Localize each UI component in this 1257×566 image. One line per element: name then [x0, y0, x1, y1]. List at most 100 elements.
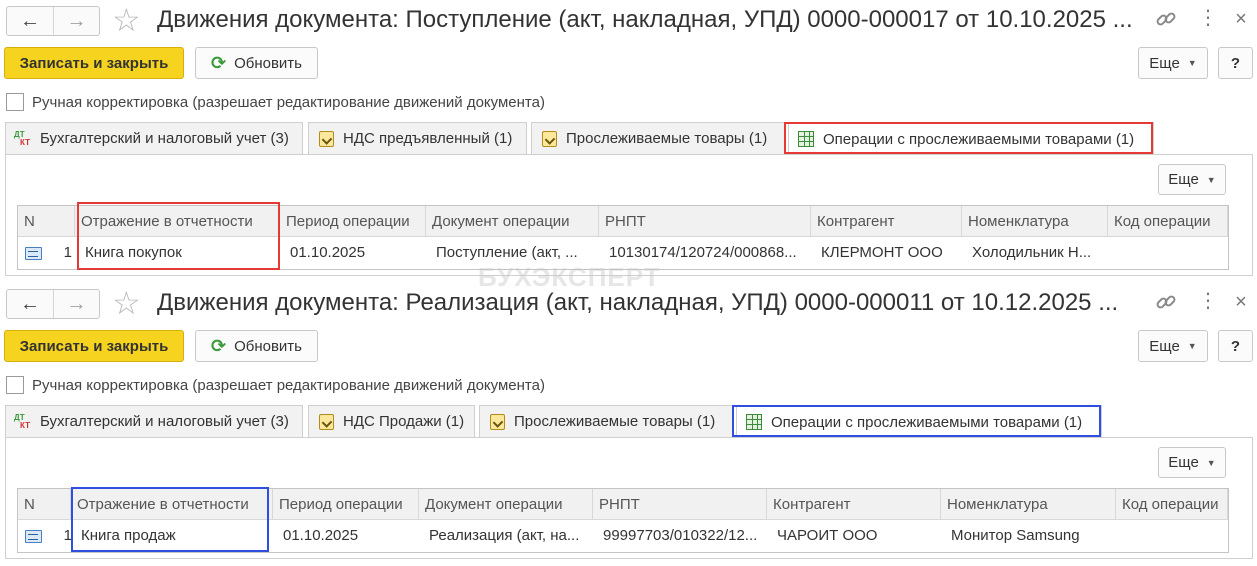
column-header-document[interactable]: Документ операции	[419, 489, 593, 520]
cell-code[interactable]	[1112, 237, 1228, 269]
forward-arrow-icon[interactable]: →	[53, 7, 99, 35]
more-label: Еще	[1168, 171, 1199, 188]
chevron-down-icon: ▼	[1187, 58, 1197, 68]
dt-kt-icon: ДТ КТ	[14, 129, 30, 147]
more-label: Еще	[1168, 454, 1199, 471]
document-icon	[317, 413, 335, 431]
more-vertical-icon[interactable]: ⋮	[1198, 6, 1218, 32]
chevron-down-icon: ▼	[1206, 174, 1216, 185]
cell-period[interactable]: 01.10.2025	[284, 237, 426, 269]
column-header-period[interactable]: Период операции	[273, 489, 419, 520]
panel-more-button[interactable]: Еще ▼	[1158, 447, 1226, 478]
close-icon[interactable]: ×	[1230, 289, 1252, 315]
tab-traceable-goods[interactable]: Прослеживаемые товары (1)	[531, 122, 785, 154]
manual-correction-label[interactable]: Ручная корректировка (разрешает редактир…	[32, 94, 545, 111]
tab-traceable-operations[interactable]: Операции с прослеживаемыми товарами (1)	[788, 122, 1154, 155]
column-header-rnpt[interactable]: РНПТ	[593, 489, 767, 520]
more-vertical-icon[interactable]: ⋮	[1198, 289, 1218, 315]
tab-accounting[interactable]: ДТ КТ Бухгалтерский и налоговый учет (3)	[5, 122, 303, 154]
help-button[interactable]: ?	[1218, 47, 1253, 79]
tab-label: Операции с прослеживаемыми товарами (1)	[823, 130, 1135, 148]
refresh-button[interactable]: ⟳ Обновить	[195, 47, 318, 79]
tab-label: Бухгалтерский и налоговый учет (3)	[40, 413, 289, 430]
tab-label: Прослеживаемые товары (1)	[566, 130, 768, 147]
tab-panel: Еще ▼ N Отражение в отчетности Период оп…	[5, 154, 1253, 276]
save-and-close-button[interactable]: Записать и закрыть	[4, 330, 184, 362]
tab-label: Бухгалтерский и налоговый учет (3)	[40, 130, 289, 147]
tab-traceable-operations[interactable]: Операции с прослеживаемыми товарами (1)	[736, 405, 1102, 438]
column-header-code[interactable]: Код операции	[1108, 206, 1228, 237]
cell-counterparty[interactable]: КЛЕРМОНТ ООО	[815, 237, 962, 269]
column-header-document[interactable]: Документ операции	[426, 206, 599, 237]
tab-vat-presented[interactable]: НДС предъявленный (1)	[308, 122, 527, 154]
cell-code[interactable]	[1120, 520, 1228, 552]
document-movements-window-receipt: ← → ☆ Движения документа: Поступление (а…	[0, 0, 1257, 283]
column-header-item[interactable]: Номенклатура	[962, 206, 1108, 237]
favorite-star-icon[interactable]: ☆	[112, 2, 141, 38]
document-icon	[488, 413, 506, 431]
help-button[interactable]: ?	[1218, 330, 1253, 362]
register-record-icon	[25, 247, 42, 260]
more-button[interactable]: Еще ▼	[1138, 47, 1208, 79]
cell-rnpt[interactable]: 99997703/010322/12...	[597, 520, 767, 552]
nav-button-group: ← →	[6, 6, 100, 36]
tab-label: Операции с прослеживаемыми товарами (1)	[771, 413, 1083, 431]
column-header-code[interactable]: Код операции	[1116, 489, 1228, 520]
document-icon	[317, 130, 335, 148]
panel-more-button[interactable]: Еще ▼	[1158, 164, 1226, 195]
link-icon[interactable]	[1153, 289, 1179, 315]
link-icon[interactable]	[1153, 6, 1179, 32]
manual-correction-checkbox[interactable]	[6, 93, 24, 111]
register-record-icon	[25, 530, 42, 543]
tab-traceable-goods[interactable]: Прослеживаемые товары (1)	[479, 405, 733, 437]
refresh-icon: ⟳	[210, 52, 227, 73]
cell-reflection[interactable]: Книга покупок	[79, 237, 279, 269]
refresh-button[interactable]: ⟳ Обновить	[195, 330, 318, 362]
more-label: Еще	[1149, 337, 1180, 355]
favorite-star-icon[interactable]: ☆	[112, 285, 141, 321]
refresh-label: Обновить	[234, 54, 302, 72]
table-header: N Отражение в отчетности Период операции…	[18, 489, 1228, 520]
watermark-text: БУХЭКСПЕРТ	[478, 262, 661, 292]
nav-button-group: ← →	[6, 289, 100, 319]
column-header-counterparty[interactable]: Контрагент	[767, 489, 941, 520]
operations-table: N Отражение в отчетности Период операции…	[17, 488, 1229, 553]
tab-vat-sales[interactable]: НДС Продажи (1)	[308, 405, 475, 437]
back-arrow-icon[interactable]: ←	[7, 7, 53, 35]
cell-item[interactable]: Холодильник Н...	[966, 237, 1108, 269]
manual-correction-checkbox[interactable]	[6, 376, 24, 394]
cell-reflection[interactable]: Книга продаж	[75, 520, 273, 552]
column-header-rnpt[interactable]: РНПТ	[599, 206, 811, 237]
operations-table: N Отражение в отчетности Период операции…	[17, 205, 1229, 270]
refresh-icon: ⟳	[210, 335, 227, 356]
manual-correction-label[interactable]: Ручная корректировка (разрешает редактир…	[32, 377, 545, 394]
tab-accounting[interactable]: ДТ КТ Бухгалтерский и налоговый учет (3)	[5, 405, 303, 437]
column-header-period[interactable]: Период операции	[280, 206, 426, 237]
back-arrow-icon[interactable]: ←	[7, 290, 53, 318]
column-header-reflection[interactable]: Отражение в отчетности	[71, 489, 273, 520]
document-icon	[540, 130, 558, 148]
column-header-reflection[interactable]: Отражение в отчетности	[75, 206, 280, 237]
cell-counterparty[interactable]: ЧАРОИТ ООО	[771, 520, 941, 552]
tab-label: Прослеживаемые товары (1)	[514, 413, 716, 430]
cell-item[interactable]: Монитор Samsung	[945, 520, 1116, 552]
more-button[interactable]: Еще ▼	[1138, 330, 1208, 362]
close-icon[interactable]: ×	[1230, 6, 1252, 32]
cell-document[interactable]: Реализация (акт, на...	[423, 520, 593, 552]
cell-period[interactable]: 01.10.2025	[277, 520, 419, 552]
column-header-counterparty[interactable]: Контрагент	[811, 206, 962, 237]
chevron-down-icon: ▼	[1187, 341, 1197, 351]
table-row[interactable]: 1 Книга продаж 01.10.2025 Реализация (ак…	[18, 520, 1228, 552]
save-and-close-button[interactable]: Записать и закрыть	[4, 47, 184, 79]
tab-label: НДС предъявленный (1)	[343, 130, 513, 147]
grid-icon	[745, 413, 763, 431]
column-header-n[interactable]: N	[18, 206, 75, 237]
column-header-n[interactable]: N	[18, 489, 71, 520]
table-header: N Отражение в отчетности Период операции…	[18, 206, 1228, 237]
forward-arrow-icon[interactable]: →	[53, 290, 99, 318]
manual-correction-row: Ручная корректировка (разрешает редактир…	[6, 375, 545, 395]
chevron-down-icon: ▼	[1206, 457, 1216, 468]
column-header-item[interactable]: Номенклатура	[941, 489, 1116, 520]
row-number: 1	[63, 244, 72, 261]
tab-label: НДС Продажи (1)	[343, 413, 465, 430]
